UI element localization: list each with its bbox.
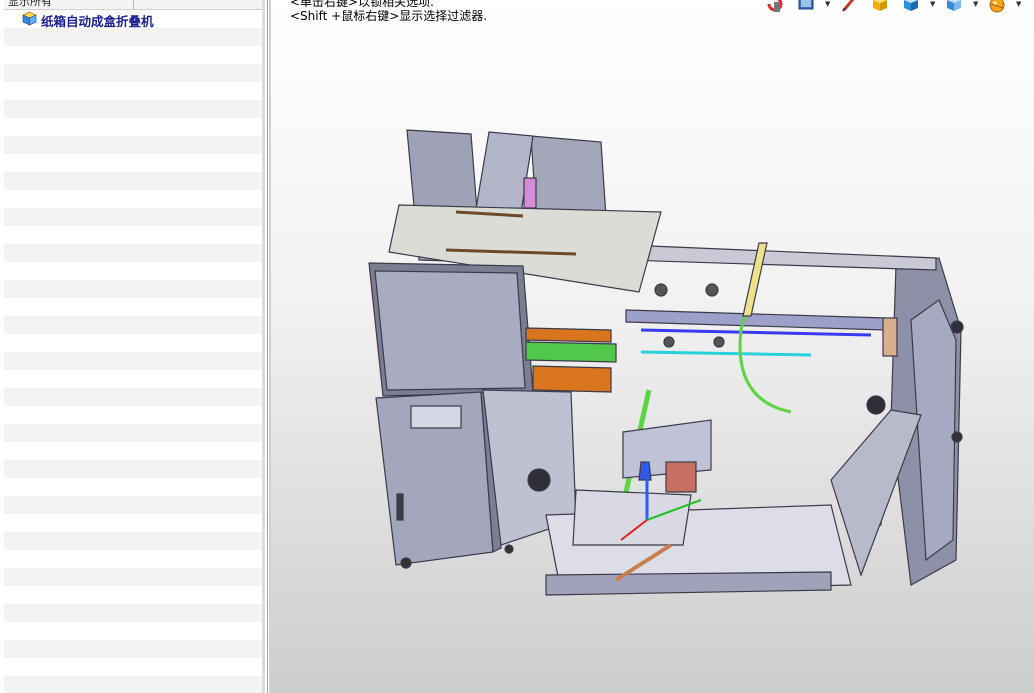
tree-header: 显示所有 bbox=[4, 0, 264, 10]
feature-tree-panel: 显示所有 纸箱自动成盒折叠机 bbox=[0, 0, 268, 693]
assembly-icon bbox=[22, 11, 37, 29]
tree-scrollbar[interactable] bbox=[262, 0, 265, 693]
tree-item-label: 纸箱自动成盒折叠机 bbox=[41, 13, 154, 29]
graphics-viewport[interactable]: <单击右键>以锁相关选项. <Shift +鼠标右键>显示选择过滤器. ▼ ▼ … bbox=[271, 0, 1034, 693]
tree-item-root-assembly[interactable]: 纸箱自动成盒折叠机 bbox=[22, 11, 154, 29]
machine-3d-model[interactable] bbox=[271, 0, 1034, 693]
tree-header-column-second[interactable] bbox=[134, 0, 264, 9]
tree-header-column-name[interactable]: 显示所有 bbox=[4, 0, 134, 9]
tree-rows: 纸箱自动成盒折叠机 bbox=[4, 10, 262, 693]
